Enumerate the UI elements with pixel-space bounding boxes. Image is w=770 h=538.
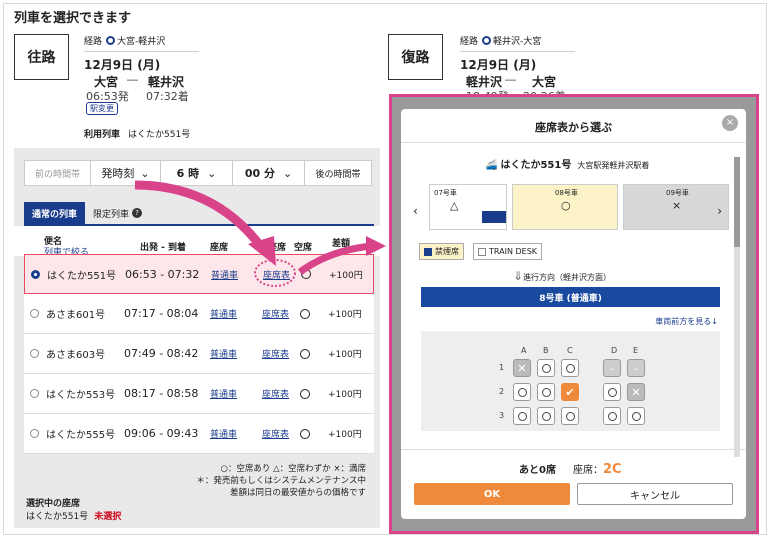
arrow-2-head — [366, 236, 386, 256]
annotation-arrows — [134, 180, 386, 287]
arrow-1 — [134, 180, 266, 251]
arrow-2 — [297, 242, 373, 275]
